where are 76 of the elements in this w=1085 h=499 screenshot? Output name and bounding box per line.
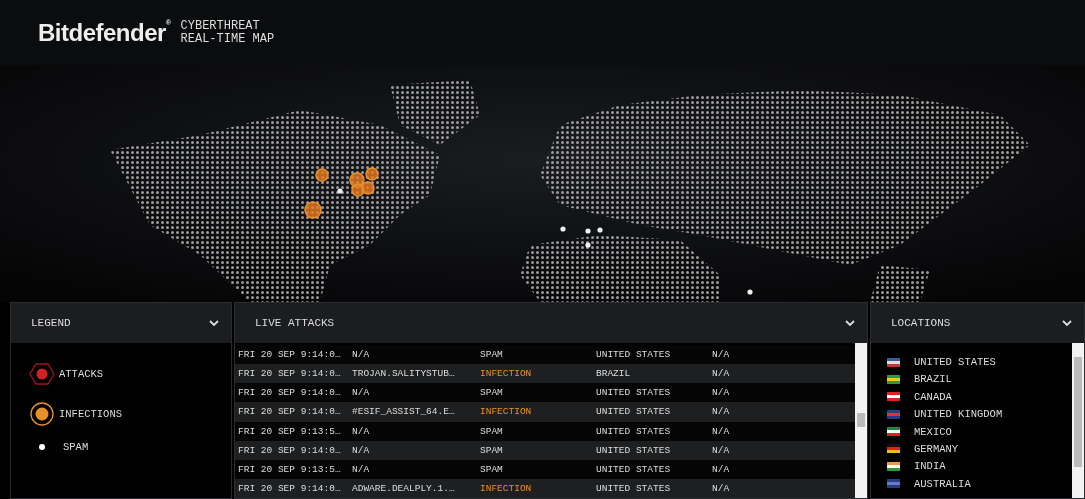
country-cell-text: BRAZIL [596,368,632,380]
threat-name-cell-text: N/A [352,444,371,456]
location-name: INDIA [914,460,946,473]
attack-type-cell-text: INFECTION [480,368,533,380]
table-cell-text: N/A [712,482,731,494]
chevron-icon[interactable] [845,319,855,327]
threat-name-cell-text: N/A [352,463,371,475]
flag-icon [887,357,900,367]
time-cell-text: FRI 20 SEP 9:14:0… [238,349,342,361]
time-cell-text: FRI 20 SEP 9:14:0… [238,482,342,494]
time-cell-text: FRI 20 SEP 9:14:0… [238,368,342,380]
table-cell-text: N/A [712,368,731,380]
table-cell-text: N/A [712,425,731,437]
time-cell-text: FRI 20 SEP 9:13:5… [238,425,342,437]
attack-type-cell-text: INFECTION [480,406,533,418]
time-cell-text: FRI 20 SEP 9:14:0… [238,406,342,418]
threat-name-cell-text: TROJAN.SALITYSTUB… [352,368,456,380]
attack-type-cell-text: SPAM [480,387,504,399]
panel-header[interactable]: LOCATIONS [871,303,1084,343]
attack-type-cell-text: SPAM [480,349,504,361]
chevron-icon[interactable] [1062,319,1072,327]
panel-title: LOCATIONS [891,317,951,329]
map-title: CYBERTHREAT [180,19,261,33]
table-cell-text: N/A [712,444,731,456]
attack-type-cell-text: SPAM [480,444,504,456]
location-name: MEXICO [914,425,952,438]
flag-icon [887,374,900,384]
attack-type-cell-text: INFECTION [480,482,533,494]
panel-title: LIVE ATTACKS [255,317,335,329]
flag-icon [887,409,900,419]
threat-name-cell-text: N/A [352,387,371,399]
location-name: AUSTRALIA [914,477,971,490]
flag-icon [887,444,900,454]
country-cell-text: UNITED STATES [596,444,672,456]
threat-name-cell-text: ADWARE.DEALPLY.1.… [352,482,456,494]
country-cell-text: UNITED STATES [596,406,672,418]
scrollbar[interactable] [855,343,867,498]
table-cell-text: N/A [712,387,731,399]
country-cell-text: UNITED STATES [596,463,672,475]
flag-icon [887,461,900,471]
threat-name-cell-text: N/A [352,425,371,437]
table-cell-text: N/A [712,406,731,418]
brand-logo: Bitdefender$^{®}$ [38,18,171,47]
flag-icon [887,392,900,402]
location-name: GERMANY [914,442,959,455]
panel-header[interactable]: LEGEND [11,303,231,343]
chevron-icon[interactable] [209,319,219,327]
country-cell-text: UNITED STATES [596,482,672,494]
location-name: UNITED STATES [914,356,996,368]
panel-header[interactable]: LIVE ATTACKS [235,303,867,343]
scrollbar[interactable] [1072,343,1084,498]
map-subtitle: REAL-TIME MAP [180,32,275,46]
flag-icon [887,479,900,489]
legend-label: SPAM [63,441,89,453]
location-name: BRAZIL [914,373,952,386]
country-cell-text: UNITED STATES [596,387,672,399]
time-cell-text: FRI 20 SEP 9:14:0… [238,444,342,456]
legend-label: ATTACKS [59,368,104,380]
country-cell-text: UNITED STATES [596,425,672,437]
attack-type-cell-text: SPAM [480,463,504,475]
dot-icon [37,442,47,452]
location-name: CANADA [914,390,952,403]
threat-name-cell-text: N/A [352,349,371,361]
flag-icon [887,427,900,437]
country-cell-text: UNITED STATES [596,349,672,361]
threat-name-cell-text: #ESIF_ASSIST_64.E… [352,406,456,418]
table-cell-text: N/A [712,463,731,475]
location-name: UNITED KINGDOM [914,408,1003,421]
ring-icon [29,401,55,427]
panel-title: LEGEND [31,317,71,329]
hexagon-icon [29,361,55,387]
time-cell-text: FRI 20 SEP 9:14:0… [238,387,342,399]
table-cell-text: N/A [712,349,731,361]
time-cell-text: FRI 20 SEP 9:13:5… [238,463,342,475]
attack-type-cell-text: SPAM [480,425,504,437]
legend-label: INFECTIONS [59,408,122,420]
